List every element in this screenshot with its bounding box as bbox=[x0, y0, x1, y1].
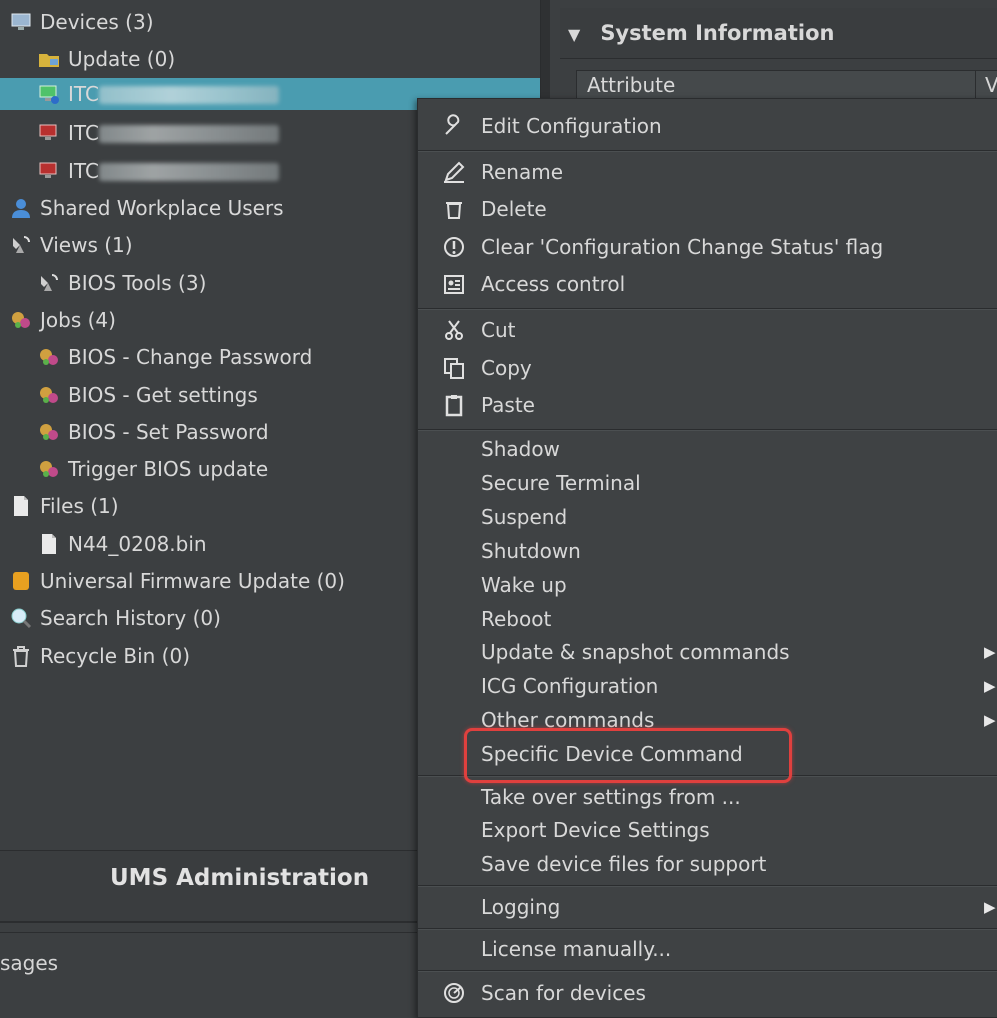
exclamation-circle-icon bbox=[444, 237, 464, 257]
menu-separator bbox=[418, 150, 997, 152]
radar-icon bbox=[444, 983, 464, 1003]
menu-item-shadow[interactable]: Shadow bbox=[418, 432, 997, 466]
menu-item-update-snapshot-commands[interactable]: Update & snapshot commands ▶ bbox=[418, 635, 997, 669]
tree-item-search-history[interactable]: Search History (0) bbox=[10, 602, 221, 634]
menu-item-scan-for-devices[interactable]: Scan for devices bbox=[418, 976, 997, 1010]
access-card-icon bbox=[444, 275, 464, 294]
menu-item-copy[interactable]: Copy bbox=[418, 351, 997, 385]
gears-icon bbox=[40, 387, 58, 403]
scissors-icon bbox=[445, 320, 463, 340]
satellite-icon bbox=[41, 274, 58, 291]
redacted-device-name bbox=[98, 163, 279, 181]
tree-item-device[interactable]: ITC bbox=[38, 155, 279, 187]
menu-item-logging[interactable]: Logging ▶ bbox=[418, 890, 997, 924]
tree-item-shared-workplace-users[interactable]: Shared Workplace Users bbox=[10, 192, 284, 224]
menu-item-edit-configuration[interactable]: Edit Configuration bbox=[418, 109, 997, 143]
menu-item-delete[interactable]: Delete bbox=[418, 192, 997, 226]
gears-icon bbox=[12, 312, 30, 328]
copy-icon bbox=[444, 358, 464, 379]
tree-item-bios-tools[interactable]: BIOS Tools (3) bbox=[38, 267, 206, 299]
folder-icon bbox=[39, 54, 59, 67]
menu-item-license-manually[interactable]: License manually... bbox=[418, 932, 997, 966]
menu-item-access-control[interactable]: Access control bbox=[418, 267, 997, 301]
submenu-arrow-icon: ▶ bbox=[984, 643, 996, 661]
submenu-arrow-icon: ▶ bbox=[984, 677, 996, 695]
menu-item-take-over-settings[interactable]: Take over settings from ... bbox=[418, 780, 997, 814]
monitor-icon bbox=[11, 13, 31, 30]
tree-item-job[interactable]: Trigger BIOS update bbox=[38, 453, 268, 485]
tree-item-file[interactable]: N44_0208.bin bbox=[38, 528, 207, 560]
submenu-arrow-icon: ▶ bbox=[984, 711, 996, 729]
menu-item-rename[interactable]: Rename bbox=[418, 155, 997, 189]
messages-label: sages bbox=[0, 951, 59, 975]
redacted-device-name bbox=[98, 86, 279, 104]
menu-item-wake-up[interactable]: Wake up bbox=[418, 568, 997, 602]
file-icon bbox=[14, 496, 28, 516]
tree-item-views[interactable]: Views (1) bbox=[10, 229, 133, 261]
search-icon bbox=[11, 608, 32, 629]
tree-item-recycle-bin[interactable]: Recycle Bin (0) bbox=[10, 640, 190, 672]
menu-item-suspend[interactable]: Suspend bbox=[418, 500, 997, 534]
column-header-attribute[interactable]: Attribute bbox=[587, 73, 675, 97]
wrench-icon bbox=[445, 114, 460, 135]
tree-item-job[interactable]: BIOS - Change Password bbox=[38, 341, 312, 373]
highlight-box bbox=[464, 728, 792, 783]
context-menu: Edit Configuration Rename Delete Clear '… bbox=[417, 98, 997, 1018]
tree-item-jobs[interactable]: Jobs (4) bbox=[10, 304, 116, 336]
menu-item-save-device-files[interactable]: Save device files for support bbox=[418, 847, 997, 881]
firmware-icon bbox=[13, 572, 29, 590]
system-information-header[interactable]: ▼ System Information bbox=[560, 8, 997, 59]
device-online-icon bbox=[39, 85, 59, 104]
menu-item-cut[interactable]: Cut bbox=[418, 313, 997, 347]
tree-item-universal-firmware-update[interactable]: Universal Firmware Update (0) bbox=[10, 565, 345, 597]
menu-separator bbox=[418, 308, 997, 310]
clipboard-icon bbox=[445, 395, 463, 417]
gears-icon bbox=[40, 424, 58, 440]
submenu-arrow-icon: ▶ bbox=[984, 898, 996, 916]
menu-item-export-device-settings[interactable]: Export Device Settings bbox=[418, 813, 997, 847]
menu-item-paste[interactable]: Paste bbox=[418, 388, 997, 422]
menu-item-shutdown[interactable]: Shutdown bbox=[418, 534, 997, 568]
menu-separator bbox=[418, 928, 997, 930]
tree-item-device[interactable]: ITC bbox=[38, 117, 279, 149]
tree-item-update[interactable]: Update (0) bbox=[38, 43, 175, 75]
tree-item-devices[interactable]: Devices (3) bbox=[10, 6, 154, 38]
user-icon bbox=[12, 199, 30, 218]
menu-item-secure-terminal[interactable]: Secure Terminal bbox=[418, 466, 997, 500]
menu-item-icg-configuration[interactable]: ICG Configuration ▶ bbox=[418, 669, 997, 703]
tree-item-job[interactable]: BIOS - Get settings bbox=[38, 379, 258, 411]
satellite-icon bbox=[13, 236, 30, 253]
tree-item-files[interactable]: Files (1) bbox=[10, 490, 119, 522]
panel-title: UMS Administration bbox=[110, 865, 370, 891]
menu-item-reboot[interactable]: Reboot bbox=[418, 602, 997, 636]
gears-icon bbox=[40, 461, 58, 477]
expand-icon[interactable]: ▼ bbox=[568, 10, 580, 60]
device-offline-icon bbox=[39, 124, 57, 140]
tree-item-job[interactable]: BIOS - Set Password bbox=[38, 416, 269, 448]
menu-separator bbox=[418, 970, 997, 972]
trash-icon bbox=[13, 646, 29, 667]
redacted-device-name bbox=[98, 125, 279, 143]
file-icon bbox=[42, 534, 56, 554]
device-offline-icon bbox=[39, 162, 57, 178]
menu-item-clear-flag[interactable]: Clear 'Configuration Change Status' flag bbox=[418, 230, 997, 264]
pencil-icon bbox=[444, 161, 465, 183]
menu-separator bbox=[418, 429, 997, 431]
column-header-value[interactable]: V bbox=[985, 73, 997, 97]
section-title: System Information bbox=[600, 21, 835, 45]
menu-separator bbox=[418, 885, 997, 887]
gears-icon bbox=[40, 349, 58, 365]
trash-icon bbox=[446, 202, 462, 219]
